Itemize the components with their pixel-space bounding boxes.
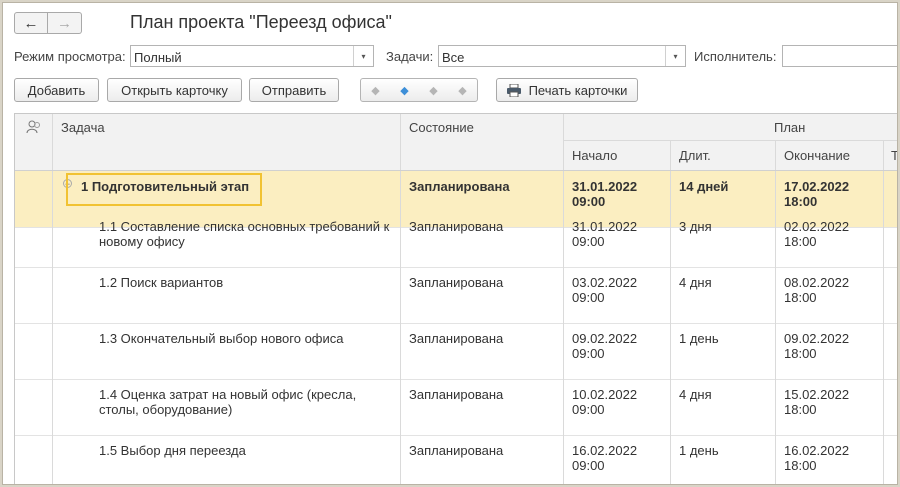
divider: [883, 171, 884, 484]
table-row[interactable]: 1.1 Составление списка основных требован…: [15, 211, 897, 268]
task-start: 03.02.2022 09:00: [572, 275, 638, 305]
header-task[interactable]: Задача: [61, 120, 105, 135]
header-state[interactable]: Состояние: [409, 120, 474, 135]
move-down-button[interactable]: ◆: [390, 79, 419, 101]
task-name: 1.1 Составление списка основных требован…: [99, 219, 390, 249]
task-start: 10.02.2022 09:00: [572, 387, 638, 417]
header-end[interactable]: Окончание: [784, 148, 850, 163]
task-end: 16.02.2022 18:00: [784, 443, 850, 473]
divider: [400, 171, 401, 484]
divider: [563, 114, 564, 170]
task-name: 1.3 Окончательный выбор нового офиса: [99, 331, 344, 346]
task-state: Запланирована: [409, 179, 510, 194]
task-name: 1.4 Оценка затрат на новый офис (кресла,…: [99, 387, 357, 417]
task-start: 31.01.2022 09:00: [572, 179, 638, 209]
divider: [563, 171, 564, 484]
header-next[interactable]: Тр: [891, 148, 897, 163]
divider: [400, 114, 401, 170]
divider: [775, 171, 776, 484]
task-end: 17.02.2022 18:00: [784, 179, 850, 209]
task-name: 1 Подготовительный этап: [81, 179, 250, 194]
filter-row: Режим просмотра: Полный ▾ Задачи: Все ▾ …: [14, 45, 897, 67]
back-button[interactable]: ←: [14, 12, 48, 34]
view-mode-select[interactable]: Полный ▾: [130, 45, 374, 67]
task-end: 09.02.2022 18:00: [784, 331, 850, 361]
divider: [670, 141, 671, 170]
table-row[interactable]: 1.4 Оценка затрат на новый офис (кресла,…: [15, 379, 897, 436]
arrow-up-icon: ◆: [371, 84, 380, 97]
arrow-down-icon: ◆: [400, 84, 409, 97]
view-mode-value: Полный: [134, 50, 182, 65]
task-state: Запланирована: [409, 443, 504, 458]
task-state: Запланирована: [409, 331, 504, 346]
divider: [670, 171, 671, 484]
task-duration: 14 дней: [679, 179, 729, 194]
task-start: 09.02.2022 09:00: [572, 331, 638, 361]
print-card-button[interactable]: Печать карточки: [496, 78, 638, 102]
arrow-right-icon: →: [57, 14, 72, 32]
dropdown-icon[interactable]: ▾: [665, 46, 685, 66]
table-header: Задача Состояние План Начало Длит. Оконч…: [15, 114, 897, 171]
tasks-value: Все: [442, 50, 465, 65]
header-start[interactable]: Начало: [572, 148, 617, 163]
task-name: 1.2 Поиск вариантов: [99, 275, 224, 290]
task-duration: 3 дня: [679, 219, 712, 234]
forward-button[interactable]: →: [48, 12, 82, 34]
divider: [883, 141, 884, 170]
divider: [563, 140, 897, 141]
add-button[interactable]: Добавить: [14, 78, 99, 102]
divider: [52, 114, 53, 170]
move-right-button[interactable]: ◆: [448, 79, 477, 101]
open-card-button[interactable]: Открыть карточку: [107, 78, 242, 102]
table-row[interactable]: 1.5 Выбор дня переезда Запланирована 16.…: [15, 435, 897, 484]
nav-buttons: ← →: [14, 12, 82, 34]
printer-icon: [506, 83, 521, 97]
arrow-left-icon: ◆: [429, 84, 438, 97]
task-duration: 4 дня: [679, 387, 712, 402]
header-plan[interactable]: План: [774, 120, 805, 135]
tasks-label: Задачи:: [386, 49, 434, 64]
move-up-button[interactable]: ◆: [361, 79, 390, 101]
assignees-icon[interactable]: [26, 120, 42, 134]
form-window: ← → План проекта "Переезд офиса" Режим п…: [2, 2, 898, 485]
task-state: Запланирована: [409, 275, 504, 290]
task-state: Запланирована: [409, 219, 504, 234]
task-duration: 1 день: [679, 443, 719, 458]
dropdown-icon[interactable]: ▾: [353, 46, 373, 66]
task-start: 16.02.2022 09:00: [572, 443, 638, 473]
arrow-left-icon: ←: [23, 14, 39, 32]
table-row[interactable]: 1.2 Поиск вариантов Запланирована 03.02.…: [15, 267, 897, 324]
table-row[interactable]: 1.3 Окончательный выбор нового офиса Зап…: [15, 323, 897, 380]
send-button[interactable]: Отправить: [249, 78, 339, 102]
move-buttons-group: ◆ ◆ ◆ ◆: [360, 78, 478, 102]
task-end: 08.02.2022 18:00: [784, 275, 850, 305]
task-end: 15.02.2022 18:00: [784, 387, 850, 417]
assignee-label: Исполнитель:: [694, 49, 777, 64]
divider: [775, 141, 776, 170]
tasks-select[interactable]: Все ▾: [438, 45, 686, 67]
header-duration[interactable]: Длит.: [679, 148, 711, 163]
task-name: 1.5 Выбор дня переезда: [99, 443, 246, 458]
arrow-right-icon: ◆: [458, 84, 467, 97]
print-card-label: Печать карточки: [528, 82, 628, 98]
assignee-input[interactable]: [782, 45, 897, 67]
project-plan-table[interactable]: Задача Состояние План Начало Длит. Оконч…: [14, 113, 897, 484]
task-end: 02.02.2022 18:00: [784, 219, 850, 249]
view-mode-label: Режим просмотра:: [14, 49, 126, 64]
page-title: План проекта "Переезд офиса": [130, 12, 392, 32]
divider: [52, 171, 53, 484]
task-state: Запланирована: [409, 387, 504, 402]
task-duration: 4 дня: [679, 275, 712, 290]
task-start: 31.01.2022 09:00: [572, 219, 638, 249]
move-left-button[interactable]: ◆: [419, 79, 448, 101]
task-duration: 1 день: [679, 331, 719, 346]
